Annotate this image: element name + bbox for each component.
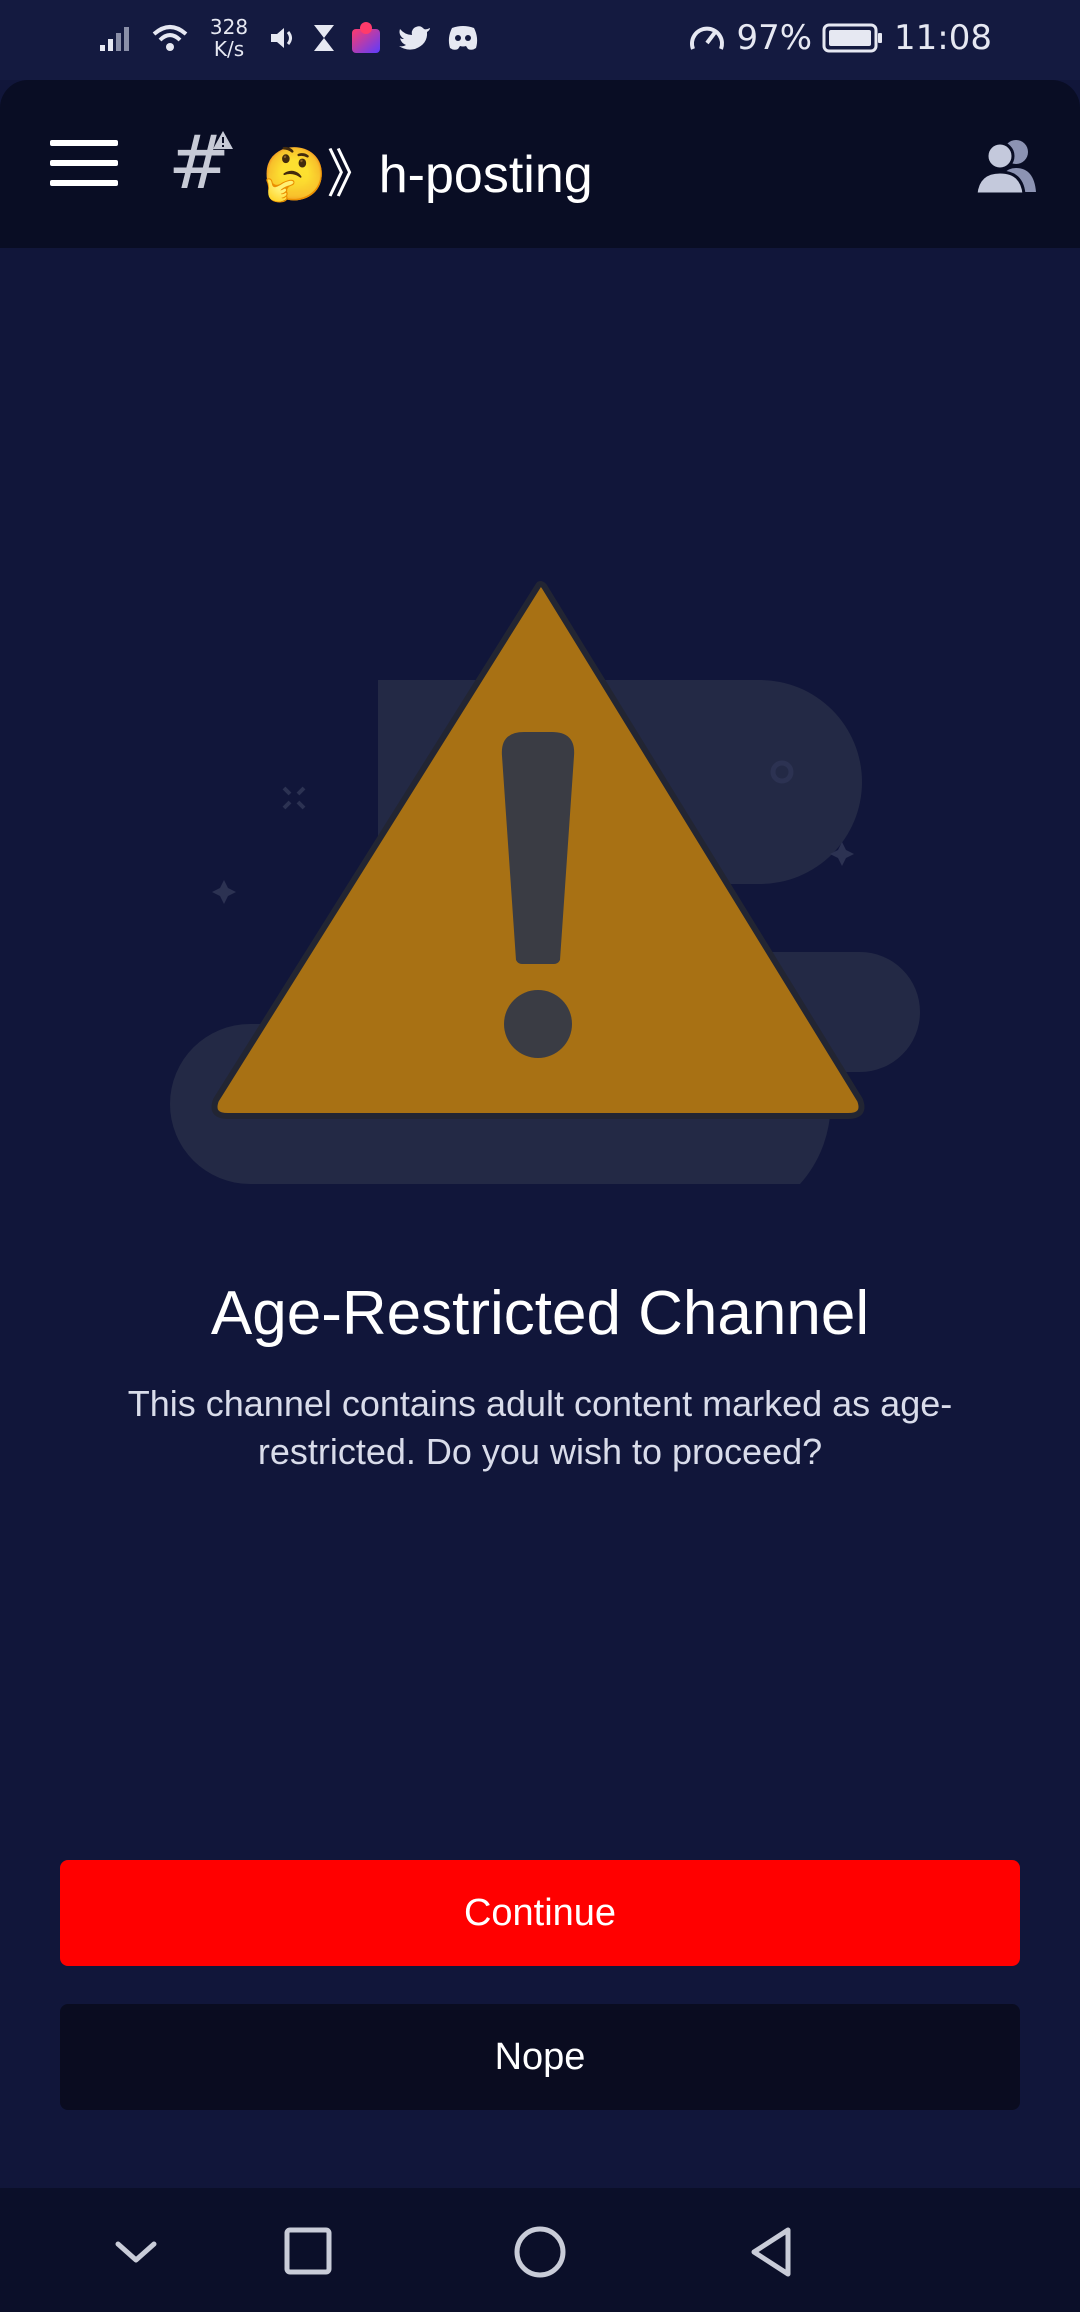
page-title: Age-Restricted Channel <box>210 1279 870 1348</box>
continue-button[interactable]: Continue <box>60 1860 1020 1966</box>
status-right: 97% 11:08 <box>688 18 992 58</box>
back-triangle-icon[interactable] <box>742 2222 802 2282</box>
home-circle-icon[interactable] <box>510 2222 570 2282</box>
puzzle-app-icon <box>352 22 380 53</box>
volume-icon <box>271 28 292 48</box>
discord-icon <box>448 26 478 50</box>
status-left: 328 K/s <box>100 16 480 60</box>
net-speed: 328 K/s <box>204 16 254 60</box>
twitter-icon <box>399 26 430 50</box>
warning-message: This channel contains adult content mark… <box>127 1383 953 1472</box>
chevron-down-icon[interactable] <box>106 2222 166 2282</box>
hourglass-icon <box>314 25 334 51</box>
net-speed-value: 328 <box>209 15 249 39</box>
signal-icon <box>100 27 129 51</box>
warning-illustration <box>170 581 920 1184</box>
members-icon[interactable] <box>970 136 1040 196</box>
channel-title: 🤔》h-posting <box>262 146 593 204</box>
speedometer-icon <box>690 26 725 50</box>
nope-button[interactable]: Nope <box>60 2004 1020 2110</box>
clock: 11:08 <box>894 18 992 58</box>
status-bar: 328 K/s 97% 11:08 <box>0 0 1080 80</box>
battery-icon <box>822 23 883 53</box>
nsfw-warning-icon <box>213 131 233 149</box>
sparkle-cross <box>282 786 306 810</box>
hamburger-icon[interactable] <box>50 140 118 188</box>
net-speed-unit: K/s <box>213 37 245 61</box>
wifi-icon <box>152 25 188 51</box>
battery-percent: 97% <box>736 18 813 58</box>
recents-square-icon[interactable] <box>278 2222 338 2282</box>
app-bar: # 🤔》h-posting <box>0 80 1080 248</box>
system-nav-bar <box>0 2188 1080 2312</box>
